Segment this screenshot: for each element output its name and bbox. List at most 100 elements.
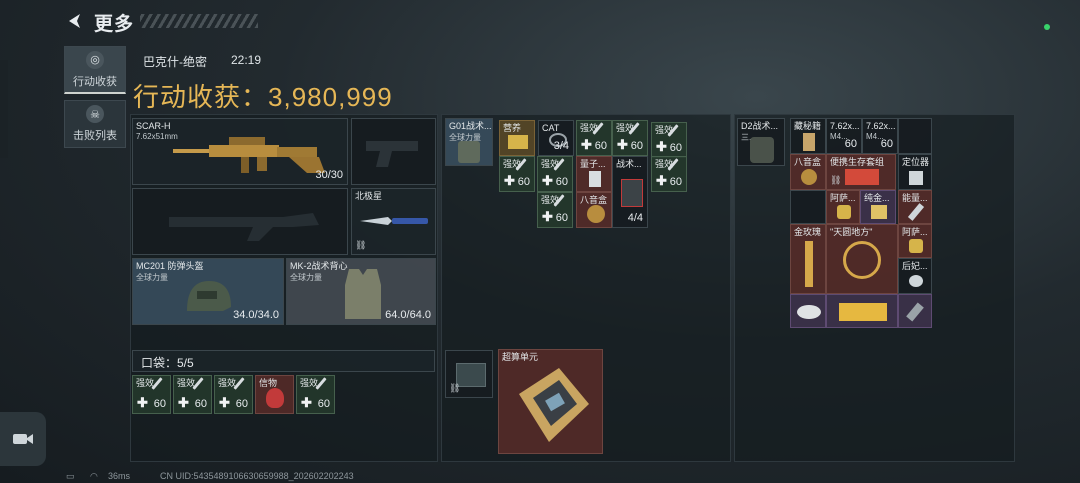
- rig-item[interactable]: 强效 ✚ 60: [576, 120, 612, 156]
- plus-icon: ✚: [542, 209, 553, 224]
- camera-icon: [13, 434, 33, 444]
- backpack-item[interactable]: 后妃...: [898, 258, 932, 294]
- map-name: 巴克什-绝密: [143, 55, 207, 69]
- backpack-item[interactable]: 定位器: [898, 154, 932, 190]
- case-item[interactable]: 超算单元: [498, 349, 603, 454]
- raid-value-label: 行动收获：: [133, 82, 269, 112]
- pocket-item[interactable]: 强效 ✚ 60: [214, 375, 253, 414]
- lock-icon: ⛓: [355, 240, 367, 250]
- tab-raid-loot[interactable]: ◎ 行动收获: [64, 46, 126, 94]
- gold-icon: [871, 205, 887, 219]
- target-icon: ◎: [86, 50, 104, 69]
- rose-icon: [805, 241, 813, 287]
- plus-icon: ✚: [219, 395, 230, 410]
- circuit-board-icon: [519, 368, 589, 442]
- gold-bar-icon: [839, 303, 887, 321]
- mask-icon: [266, 388, 284, 408]
- rig-item[interactable]: 强效 ✚ 60: [537, 156, 573, 192]
- case-slot[interactable]: ⛓: [445, 350, 493, 398]
- vial-icon: [589, 171, 601, 187]
- backpack-item[interactable]: "天圆地方": [826, 224, 898, 294]
- backpack-item[interactable]: 八音盒: [790, 154, 826, 190]
- case-icon: [456, 363, 486, 387]
- plus-icon: ✚: [542, 173, 553, 188]
- backpack-item[interactable]: 便携生存套组 ⛓: [826, 154, 896, 190]
- rig-item[interactable]: 八音盒: [576, 192, 612, 228]
- backpack-item[interactable]: 阿萨...: [898, 224, 932, 258]
- backpack-item[interactable]: [790, 294, 826, 328]
- helmet-name: MC201 防弹头盔: [136, 261, 204, 271]
- battery-icon: ▭: [66, 471, 75, 481]
- skull-icon: ☠: [86, 105, 104, 123]
- case-item-label: 超算单元: [502, 352, 539, 362]
- rig-item[interactable]: 强效 ✚ 60: [499, 156, 535, 192]
- pocket-item[interactable]: 强效 ✚ 60: [173, 375, 212, 414]
- uid: CN UID:5435489106630659988_202602202243: [160, 471, 354, 481]
- vest-slot[interactable]: MK-2战术背心 全球力量 64.0/64.0: [286, 258, 436, 325]
- rig-item[interactable]: 强效 ✚ 60: [651, 156, 687, 192]
- secondary-weapon-slot[interactable]: [132, 188, 348, 255]
- tab-kill-list[interactable]: ☠ 击败列表: [64, 100, 126, 148]
- lock-icon: ⛓: [449, 383, 461, 393]
- pocket-item[interactable]: 信物: [255, 375, 294, 414]
- sidearm-slot[interactable]: [351, 118, 436, 185]
- rig-item[interactable]: 强效 ✚ 60: [612, 120, 648, 156]
- melee-name: 北极星: [355, 191, 383, 201]
- book-icon: [803, 133, 815, 151]
- cup-icon: [909, 239, 923, 253]
- helmet-icon: [187, 281, 231, 311]
- backpack-item[interactable]: 7.62x... M4... 60: [862, 118, 898, 154]
- backpack-item[interactable]: [898, 294, 932, 328]
- backpack-item[interactable]: 金玫瑰: [790, 224, 826, 294]
- backpack-item[interactable]: 藏秘籍: [790, 118, 826, 154]
- rig-item[interactable]: 量子...: [576, 156, 612, 192]
- page-title: 更多: [94, 14, 135, 35]
- rifle-icon: [173, 137, 325, 173]
- energy-icon: [907, 203, 925, 221]
- pocket-item[interactable]: 强效 ✚ 60: [296, 375, 335, 414]
- music-box-icon: [587, 205, 605, 223]
- lock-icon: ⛓: [830, 175, 842, 185]
- pocket-header: 口袋：5/5: [132, 350, 435, 372]
- pearls-icon: [909, 275, 923, 287]
- rig-item[interactable]: 强效 ✚ 60: [651, 122, 687, 158]
- camera-button[interactable]: [0, 412, 46, 466]
- backpack-empty[interactable]: [790, 190, 826, 224]
- rig-item[interactable]: 营养: [499, 120, 535, 156]
- armillary-icon: [843, 241, 881, 279]
- tab-label: 击败列表: [73, 130, 117, 142]
- header-decoration: [140, 14, 258, 28]
- pocket-label: 口袋：5/5: [141, 356, 194, 370]
- rig-item[interactable]: 战术... 4/4: [612, 156, 648, 228]
- backpack-item[interactable]: 能量...: [898, 190, 932, 224]
- rig-item[interactable]: 强效 ✚ 60: [537, 192, 573, 228]
- melee-slot[interactable]: 北极星 ⛓: [351, 188, 436, 255]
- rig-icon: [458, 141, 480, 163]
- backpack-item[interactable]: [826, 294, 898, 328]
- backpack-item[interactable]: 7.62x... M4... 60: [826, 118, 862, 154]
- knife-icon: [360, 217, 428, 225]
- arrow-left-icon[interactable]: [66, 12, 84, 30]
- backpack-slot[interactable]: D2战术... 三...: [737, 118, 785, 166]
- raid-value: 行动收获：3,980,999: [133, 77, 393, 114]
- plus-icon: ✚: [617, 137, 628, 152]
- rig-slot[interactable]: G01战术... 全球力量: [445, 118, 493, 166]
- rifle-icon: [169, 213, 319, 241]
- plus-icon: ✚: [656, 173, 667, 188]
- weapon-name: SCAR-H: [136, 121, 171, 131]
- plus-icon: ✚: [137, 395, 148, 410]
- rig-item[interactable]: CAT 3/4: [538, 120, 574, 156]
- plus-icon: ✚: [504, 173, 515, 188]
- backpack-empty[interactable]: [898, 118, 932, 154]
- pocket-item[interactable]: 强效 ✚ 60: [132, 375, 171, 414]
- vest-durability: 64.0/64.0: [385, 309, 431, 321]
- wifi-icon: ◠: [90, 471, 98, 481]
- primary-weapon-slot[interactable]: SCAR-H 7.62x51mm 30/30: [132, 118, 348, 185]
- ammo-count: 30/30: [315, 169, 343, 181]
- helmet-slot[interactable]: MC201 防弹头盔 全球力量 34.0/34.0: [132, 258, 284, 325]
- locator-icon: [909, 171, 923, 185]
- helmet-durability: 34.0/34.0: [233, 309, 279, 321]
- backpack-item[interactable]: 纯金...: [860, 190, 896, 224]
- vest-icon: [345, 269, 381, 319]
- backpack-item[interactable]: 阿萨...: [826, 190, 860, 224]
